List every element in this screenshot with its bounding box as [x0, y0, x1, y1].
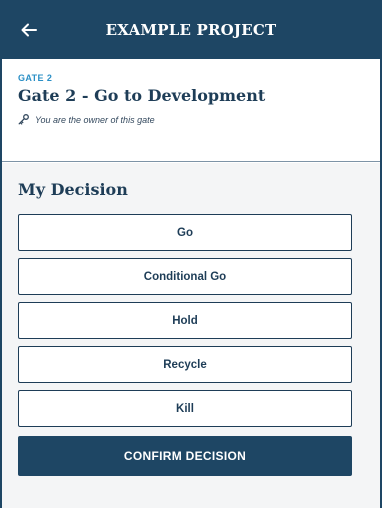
gate-info: GATE 2 Gate 2 - Go to Development You ar… [2, 59, 380, 162]
decision-option-hold[interactable]: Hold [18, 302, 352, 339]
project-title: EXAMPLE PROJECT [105, 20, 277, 39]
confirm-decision-button[interactable]: CONFIRM DECISION [18, 436, 352, 476]
top-app-bar: EXAMPLE PROJECT [2, 0, 380, 59]
arrow-left-icon [21, 23, 37, 36]
decision-options: Go Conditional Go Hold Recycle Kill [18, 214, 364, 427]
decision-option-recycle[interactable]: Recycle [18, 346, 352, 383]
decision-section: My Decision Go Conditional Go Hold Recyc… [2, 163, 380, 508]
decision-option-kill[interactable]: Kill [18, 390, 352, 427]
gate-title: Gate 2 - Go to Development [18, 86, 266, 105]
owner-row: You are the owner of this gate [18, 114, 364, 125]
decision-option-conditional-go[interactable]: Conditional Go [18, 258, 352, 295]
gate-kicker: GATE 2 [18, 73, 53, 83]
decision-title: My Decision [18, 180, 128, 199]
app-frame: EXAMPLE PROJECT GATE 2 Gate 2 - Go to De… [0, 0, 382, 508]
key-icon [18, 114, 29, 125]
decision-option-go[interactable]: Go [18, 214, 352, 251]
back-button[interactable] [17, 18, 41, 42]
owner-note: You are the owner of this gate [35, 114, 155, 125]
